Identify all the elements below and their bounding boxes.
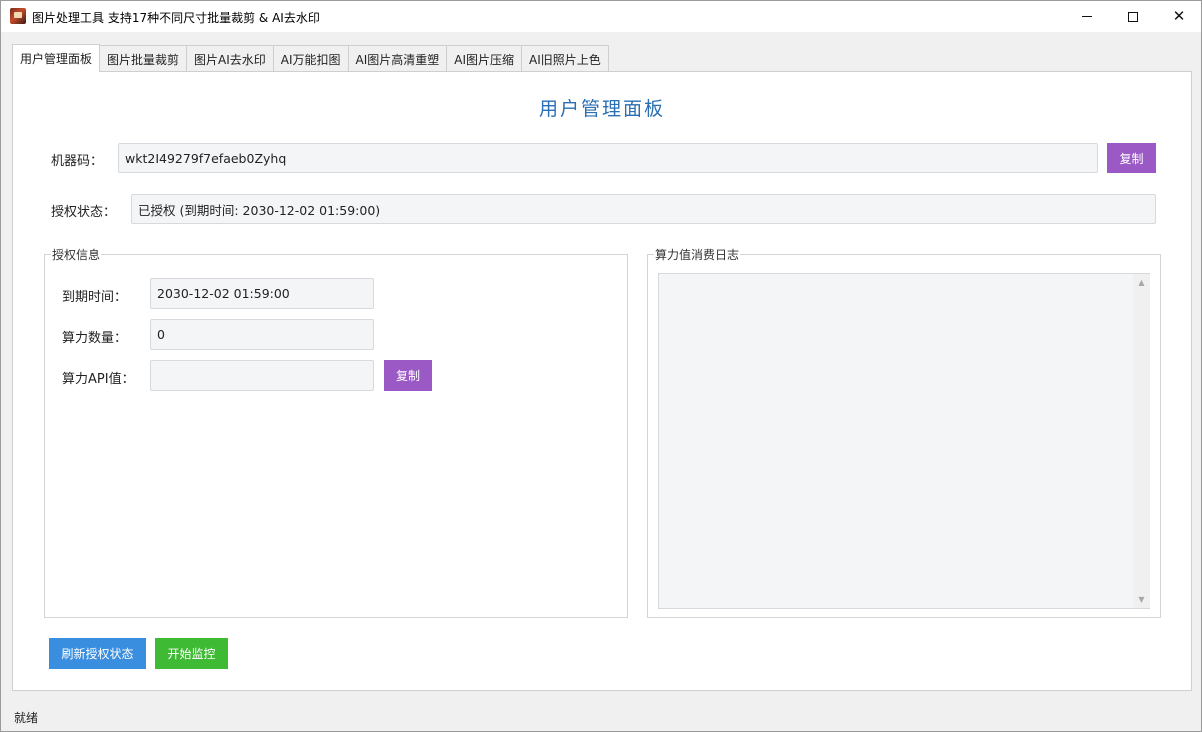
status-bar-text: 就绪: [14, 711, 39, 725]
minimize-button[interactable]: [1064, 1, 1110, 32]
tab-ai-cutout[interactable]: AI万能扣图: [272, 45, 349, 72]
scroll-down-icon[interactable]: ▼: [1133, 591, 1150, 608]
app-window: 图片处理工具 支持17种不同尺寸批量裁剪 & AI去水印 ✕ 用户管理面板 图片…: [0, 0, 1202, 732]
app-icon: [10, 8, 26, 24]
maximize-button[interactable]: [1110, 1, 1156, 32]
tab-ai-watermark[interactable]: 图片AI去水印: [186, 45, 274, 72]
tab-ai-upscale[interactable]: AI图片高清重塑: [347, 45, 448, 72]
refresh-auth-button[interactable]: 刷新授权状态: [49, 638, 146, 669]
close-icon: ✕: [1172, 7, 1186, 25]
tab-ai-compress[interactable]: AI图片压缩: [446, 45, 523, 72]
expiry-field[interactable]: 2030-12-02 01:59:00: [150, 278, 374, 309]
auth-info-group: 授权信息 到期时间： 2030-12-02 01:59:00 算力数量： 0 算…: [44, 246, 628, 618]
auth-status-label: 授权状态：: [51, 205, 117, 220]
api-key-field[interactable]: [150, 360, 374, 391]
consumption-log-group: 算力值消费日志 ▲ ▼: [647, 246, 1161, 618]
credits-field[interactable]: 0: [150, 319, 374, 350]
auth-info-title: 授权信息: [51, 246, 102, 263]
credits-label: 算力数量：: [62, 331, 128, 346]
minimize-icon: [1082, 16, 1092, 17]
tab-ai-colorize[interactable]: AI旧照片上色: [521, 45, 609, 72]
copy-api-key-button[interactable]: 复制: [384, 360, 432, 391]
machine-code-field[interactable]: wkt2I49279f7efaeb0Zyhq: [118, 143, 1098, 173]
close-button[interactable]: ✕: [1156, 1, 1202, 32]
expiry-label: 到期时间：: [62, 290, 128, 305]
copy-machine-code-button[interactable]: 复制: [1107, 143, 1156, 173]
machine-code-label: 机器码：: [51, 154, 104, 169]
tab-bar: 用户管理面板 图片批量裁剪 图片AI去水印 AI万能扣图 AI图片高清重塑 AI…: [12, 44, 609, 72]
user-panel: 用户管理面板 机器码： wkt2I49279f7efaeb0Zyhq 复制 授权…: [12, 71, 1192, 691]
scrollbar-track[interactable]: [1133, 274, 1150, 608]
maximize-icon: [1128, 11, 1138, 22]
scroll-up-icon[interactable]: ▲: [1133, 274, 1150, 291]
auth-status-field[interactable]: 已授权 (到期时间: 2030-12-02 01:59:00): [131, 194, 1156, 224]
title-bar[interactable]: 图片处理工具 支持17种不同尺寸批量裁剪 & AI去水印 ✕: [1, 1, 1201, 32]
start-monitor-button[interactable]: 开始监控: [155, 638, 228, 669]
tab-user-panel[interactable]: 用户管理面板: [12, 44, 101, 72]
page-title: 用户管理面板: [538, 98, 665, 120]
tab-batch-crop[interactable]: 图片批量裁剪: [99, 45, 188, 72]
window-title: 图片处理工具 支持17种不同尺寸批量裁剪 & AI去水印: [32, 11, 320, 25]
api-key-label: 算力API值：: [62, 372, 135, 387]
log-scrollbar[interactable]: ▲ ▼: [1133, 274, 1150, 608]
consumption-log-title: 算力值消费日志: [654, 246, 741, 263]
consumption-log-textarea[interactable]: [658, 273, 1150, 609]
